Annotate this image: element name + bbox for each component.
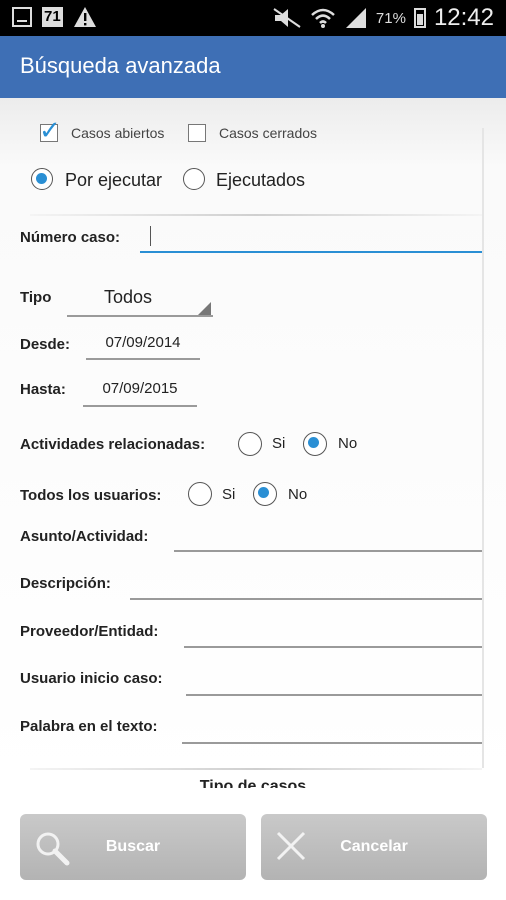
users-yes-label: Si <box>222 486 236 503</box>
type-value: Todos <box>104 287 153 307</box>
search-button[interactable]: Buscar <box>20 814 246 880</box>
from-date-field[interactable]: 07/09/2014 <box>86 334 200 351</box>
related-no-radio[interactable] <box>303 432 327 456</box>
status-right-icons: 71% 12:42 <box>272 0 494 36</box>
closed-cases-label: Casos cerrados <box>219 125 318 141</box>
screenshot-icon <box>12 7 32 27</box>
closed-cases-checkbox[interactable] <box>188 124 206 142</box>
open-cases-checkbox[interactable]: ✓ <box>39 117 61 143</box>
battery-percent: 71% <box>375 9 406 27</box>
case-number-label: Número caso: <box>20 229 121 246</box>
user-start-underline <box>186 694 482 696</box>
dropdown-arrow-icon <box>197 302 211 316</box>
case-number-input[interactable] <box>140 222 482 252</box>
all-users-label: Todos los usuarios: <box>20 487 162 504</box>
scrollbar[interactable] <box>482 128 484 768</box>
subject-input[interactable] <box>174 522 482 550</box>
subject-underline <box>174 550 482 552</box>
provider-label: Proveedor/Entidad: <box>20 623 159 640</box>
subject-label: Asunto/Actividad: <box>20 528 149 545</box>
case-number-underline <box>140 251 482 253</box>
type-spinner[interactable]: Todos <box>67 280 213 317</box>
text-word-label: Palabra en el texto: <box>20 718 158 735</box>
provider-underline <box>184 646 482 648</box>
app-bar: Búsqueda avanzada <box>0 36 506 98</box>
mute-icon <box>273 8 301 28</box>
warning-icon <box>73 7 96 27</box>
description-label: Descripción: <box>20 575 111 592</box>
related-yes-radio[interactable] <box>238 432 262 456</box>
users-no-radio[interactable] <box>253 482 277 506</box>
from-label: Desde: <box>20 336 71 353</box>
signal-icon <box>345 8 366 28</box>
type-underline <box>67 315 213 317</box>
pending-label: Por ejecutar <box>65 170 163 190</box>
from-date-underline <box>86 358 200 360</box>
users-yes-radio[interactable] <box>188 482 212 506</box>
description-input[interactable] <box>130 570 482 598</box>
status-left-icons: 71 <box>12 6 97 28</box>
related-no-label: No <box>338 435 358 452</box>
to-label: Hasta: <box>20 381 66 398</box>
cancel-button[interactable]: Cancelar <box>261 814 487 880</box>
check-icon: ✓ <box>39 115 61 145</box>
page-title: Búsqueda avanzada <box>20 53 221 78</box>
related-yes-label: Si <box>272 435 286 452</box>
section-divider-2 <box>30 768 482 770</box>
to-date-underline <box>83 405 197 407</box>
to-date-field[interactable]: 07/09/2015 <box>83 380 197 397</box>
search-button-label: Buscar <box>105 838 161 855</box>
wifi-icon <box>311 8 335 28</box>
text-word-input[interactable] <box>182 714 482 742</box>
status-bar: 71 71% 12:42 <box>0 0 506 36</box>
user-start-label: Usuario inicio caso: <box>20 670 163 687</box>
notification-badge: 71 <box>42 7 63 27</box>
action-bar: Buscar Cancelar <box>0 788 506 900</box>
open-cases-label: Casos abiertos <box>71 125 165 141</box>
text-word-underline <box>182 742 482 744</box>
executed-label: Ejecutados <box>216 170 306 190</box>
provider-input[interactable] <box>184 618 482 646</box>
case-types-heading: Tipo de casos <box>199 778 307 788</box>
section-divider <box>30 214 482 216</box>
cancel-button-label: Cancelar <box>340 838 408 855</box>
executed-radio[interactable] <box>183 168 205 190</box>
related-activities-label: Actividades relacionadas: <box>20 436 206 453</box>
type-label: Tipo <box>20 289 52 306</box>
battery-icon <box>413 8 426 28</box>
users-no-label: No <box>288 486 308 503</box>
user-start-input[interactable] <box>186 666 482 694</box>
clock: 12:42 <box>433 4 494 31</box>
description-underline <box>130 598 482 600</box>
pending-radio[interactable] <box>31 168 53 190</box>
search-form[interactable]: ✓ Casos abiertos Casos cerrados Por ejec… <box>0 98 506 788</box>
